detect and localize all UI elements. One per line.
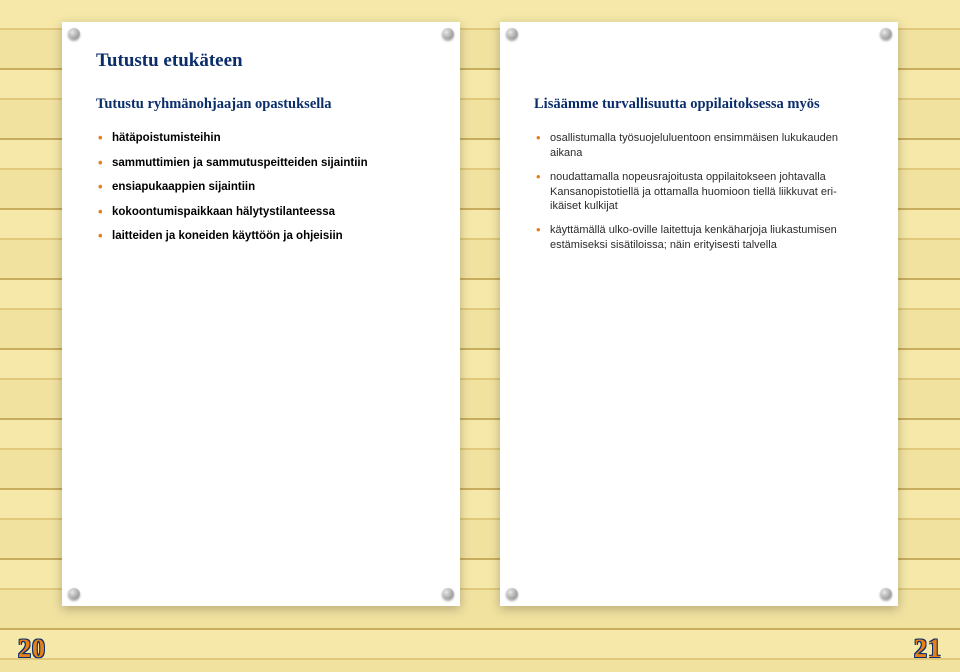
bullet-list: hätäpoistumisteihin sammuttimien ja samm…	[96, 131, 426, 245]
screw-icon	[442, 588, 454, 600]
page-title: Tutustu etukäteen	[96, 50, 426, 72]
screw-icon	[506, 588, 518, 600]
bullet-list: osallistumalla työsuojeluluentoon ensimm…	[534, 131, 864, 253]
right-page: Lisäämme turvallisuutta oppilaitoksessa …	[500, 22, 898, 606]
screw-icon	[442, 28, 454, 40]
page-subtitle: Tutustu ryhmänohjaajan opastuksella	[96, 96, 426, 113]
screw-icon	[880, 28, 892, 40]
list-item: ensiapukaappien sijaintiin	[98, 180, 426, 196]
list-item: käyttämällä ulko-oville laitettuja kenkä…	[536, 223, 864, 253]
left-page: Tutustu etukäteen Tutustu ryhmänohjaajan…	[62, 22, 460, 606]
screw-icon	[506, 28, 518, 40]
page-number-right: 21	[914, 634, 942, 664]
page-subtitle: Lisäämme turvallisuutta oppilaitoksessa …	[534, 96, 864, 113]
list-item: laitteiden ja koneiden käyttöön ja ohjei…	[98, 229, 426, 245]
list-item: noudattamalla nopeusrajoitusta oppilaito…	[536, 170, 864, 215]
screw-icon	[68, 588, 80, 600]
list-item: hätäpoistumisteihin	[98, 131, 426, 147]
list-item: osallistumalla työsuojeluluentoon ensimm…	[536, 131, 864, 161]
list-item: kokoontumispaikkaan hälytystilanteessa	[98, 205, 426, 221]
screw-icon	[880, 588, 892, 600]
list-item: sammuttimien ja sammutuspeitteiden sijai…	[98, 156, 426, 172]
screw-icon	[68, 28, 80, 40]
page-number-left: 20	[18, 634, 46, 664]
page-spread: Tutustu etukäteen Tutustu ryhmänohjaajan…	[0, 0, 960, 628]
